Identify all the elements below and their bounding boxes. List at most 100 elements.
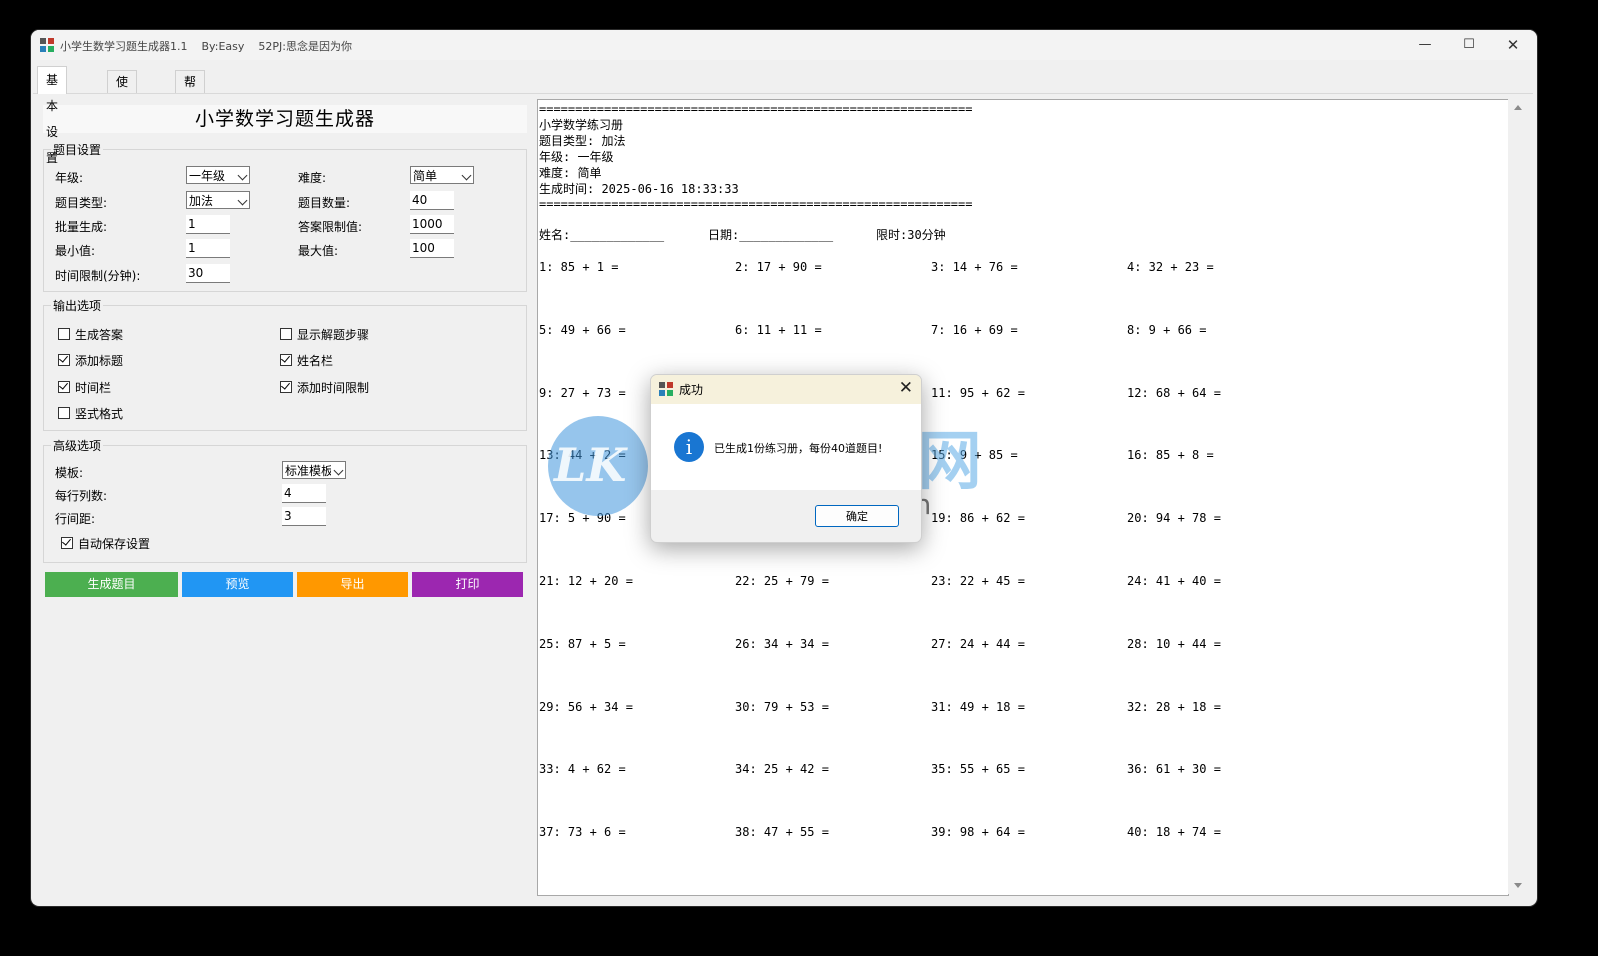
group-title: 题目设置 [51,141,104,158]
chevron-down-icon [237,195,248,206]
worksheet-heading: 小学数学练习册 [539,118,624,132]
question-item: 35: 55 + 65 = [931,762,1025,777]
question-item: 15: 9 + 85 = [931,448,1018,463]
type-select[interactable]: 加法 [186,191,250,209]
divider-line: ========================================… [539,197,973,211]
checkmark-icon [280,381,292,393]
question-item: 1: 85 + 1 = [539,260,619,274]
time-line: 生成时间: 2025-06-16 18:33:33 [539,182,739,196]
checkbox-box [58,328,70,340]
answer-limit-label: 答案限制值: [298,220,363,234]
min-input[interactable]: 1 [186,239,230,258]
question-item: 30: 79 + 53 = [735,699,829,714]
success-dialog: 成功 ✕ i 已生成1份练习册，每份40道题目! 确定 [650,374,922,543]
checkbox-label: 添加标题 [75,354,124,368]
question-item: 27: 24 + 44 = [931,636,1025,651]
question-item: 40: 18 + 74 = [1127,825,1221,840]
difficulty-label: 难度: [298,171,327,185]
template-select[interactable]: 标准模板 [282,461,346,479]
answer-limit-input[interactable]: 1000 [410,215,454,234]
question-item: 33: 4 + 62 = [539,762,626,777]
checkbox-add-time-limit[interactable]: 添加时间限制 [280,379,369,396]
grade-select[interactable]: 一年级 [186,166,250,184]
checkbox-label: 自动保存设置 [78,537,151,551]
preview-button[interactable]: 预览 [182,572,293,597]
question-item: 12: 68 + 64 = [1127,385,1221,400]
question-item: 8: 9 + 66 = [1127,322,1207,337]
export-button[interactable]: 导出 [297,572,408,597]
print-button[interactable]: 打印 [412,572,523,597]
question-item: 22: 25 + 79 = [735,574,829,588]
max-input[interactable]: 100 [410,239,454,258]
dialog-message: 已生成1份练习册，每份40道题目! [714,442,883,455]
type-line: 题目类型: 加法 [539,134,626,148]
spacing-input[interactable]: 3 [282,507,326,526]
max-label: 最大值: [298,244,339,258]
checkbox-label: 添加时间限制 [297,381,370,395]
grade-label: 年级: [55,171,84,185]
checkbox-label: 时间栏 [75,381,112,395]
maximize-button[interactable]: ☐ [1447,30,1491,60]
question-item: 39: 98 + 64 = [931,825,1025,840]
checkbox-autosave[interactable]: 自动保存设置 [61,535,150,552]
columns-input[interactable]: 4 [282,484,326,503]
tab-usage-stats[interactable]: 使用统计 [107,70,138,155]
advanced-options-group: 高级选项 模板: 标准模板 每行列数: 4 行间距: 3 自动保存设置 [43,437,527,563]
minimize-button[interactable]: — [1403,30,1447,60]
checkmark-icon [58,354,70,366]
time-limit-label: 时间限制(分钟): [55,269,141,283]
columns-label: 每行列数: [55,489,108,503]
time-limit-input[interactable]: 30 [186,264,230,283]
generate-button[interactable]: 生成题目 [45,572,178,597]
scrollbar[interactable] [1508,99,1528,894]
checkbox-time-field[interactable]: 时间栏 [58,379,111,396]
scroll-up-icon[interactable] [1514,105,1522,110]
dialog-title: 成功 [679,383,704,397]
dialog-title-bar: 成功 ✕ [651,375,921,404]
tab-basic-settings[interactable]: 基本设置 [37,66,68,165]
count-label: 题目数量: [298,196,351,210]
question-item: 23: 22 + 45 = [931,574,1025,588]
question-item: 34: 25 + 42 = [735,762,829,777]
checkbox-generate-answers[interactable]: 生成答案 [58,326,123,343]
question-item: 17: 5 + 90 = [539,511,626,526]
checkbox-show-steps[interactable]: 显示解题步骤 [280,326,369,343]
question-item: 3: 14 + 76 = [931,260,1018,274]
type-label: 题目类型: [55,196,108,210]
page-title: 小学数学习题生成器 [43,105,527,133]
scroll-down-icon[interactable] [1514,883,1522,888]
batch-label: 批量生成: [55,220,108,234]
chevron-down-icon [237,170,248,181]
app-icon [659,382,673,396]
checkbox-name-field[interactable]: 姓名栏 [280,352,333,369]
checkbox-box [280,328,292,340]
difficulty-line: 难度: 简单 [539,166,602,180]
question-item: 36: 61 + 30 = [1127,762,1221,777]
question-item: 28: 10 + 44 = [1127,636,1221,651]
title-bar: 小学生数学习题生成器1.1 By:Easy 52PJ:思念是因为你 — ☐ ✕ [31,30,1537,60]
checkbox-box [58,407,70,419]
template-label: 模板: [55,466,84,480]
tab-help[interactable]: 帮助 [175,70,206,111]
batch-input[interactable]: 1 [186,215,230,234]
checkbox-label: 竖式格式 [75,407,124,421]
question-item: 19: 86 + 62 = [931,511,1025,526]
window-title: 小学生数学习题生成器1.1 By:Easy 52PJ:思念是因为你 [60,40,352,53]
ok-button[interactable]: 确定 [815,505,899,527]
question-item: 25: 87 + 5 = [539,636,626,651]
question-item: 38: 47 + 55 = [735,825,829,840]
checkbox-label: 显示解题步骤 [297,328,370,342]
name-field: 姓名:_____________ [539,228,665,242]
question-item: 13: 44 + 2 = [539,448,626,463]
difficulty-select[interactable]: 简单 [410,166,474,184]
question-item: 9: 27 + 73 = [539,385,626,400]
question-settings-group: 题目设置 年级: 一年级 难度: 简单 题目类型: 加法 题目数量: 40 批量… [43,141,527,292]
close-button[interactable]: ✕ [1491,30,1535,60]
question-item: 7: 16 + 69 = [931,322,1018,337]
date-field: 日期:_____________ [708,228,834,242]
checkbox-vertical-format[interactable]: 竖式格式 [58,405,123,422]
dialog-close-icon[interactable]: ✕ [899,378,913,398]
question-item: 24: 41 + 40 = [1127,574,1221,588]
checkbox-add-title[interactable]: 添加标题 [58,352,123,369]
count-input[interactable]: 40 [410,191,454,210]
